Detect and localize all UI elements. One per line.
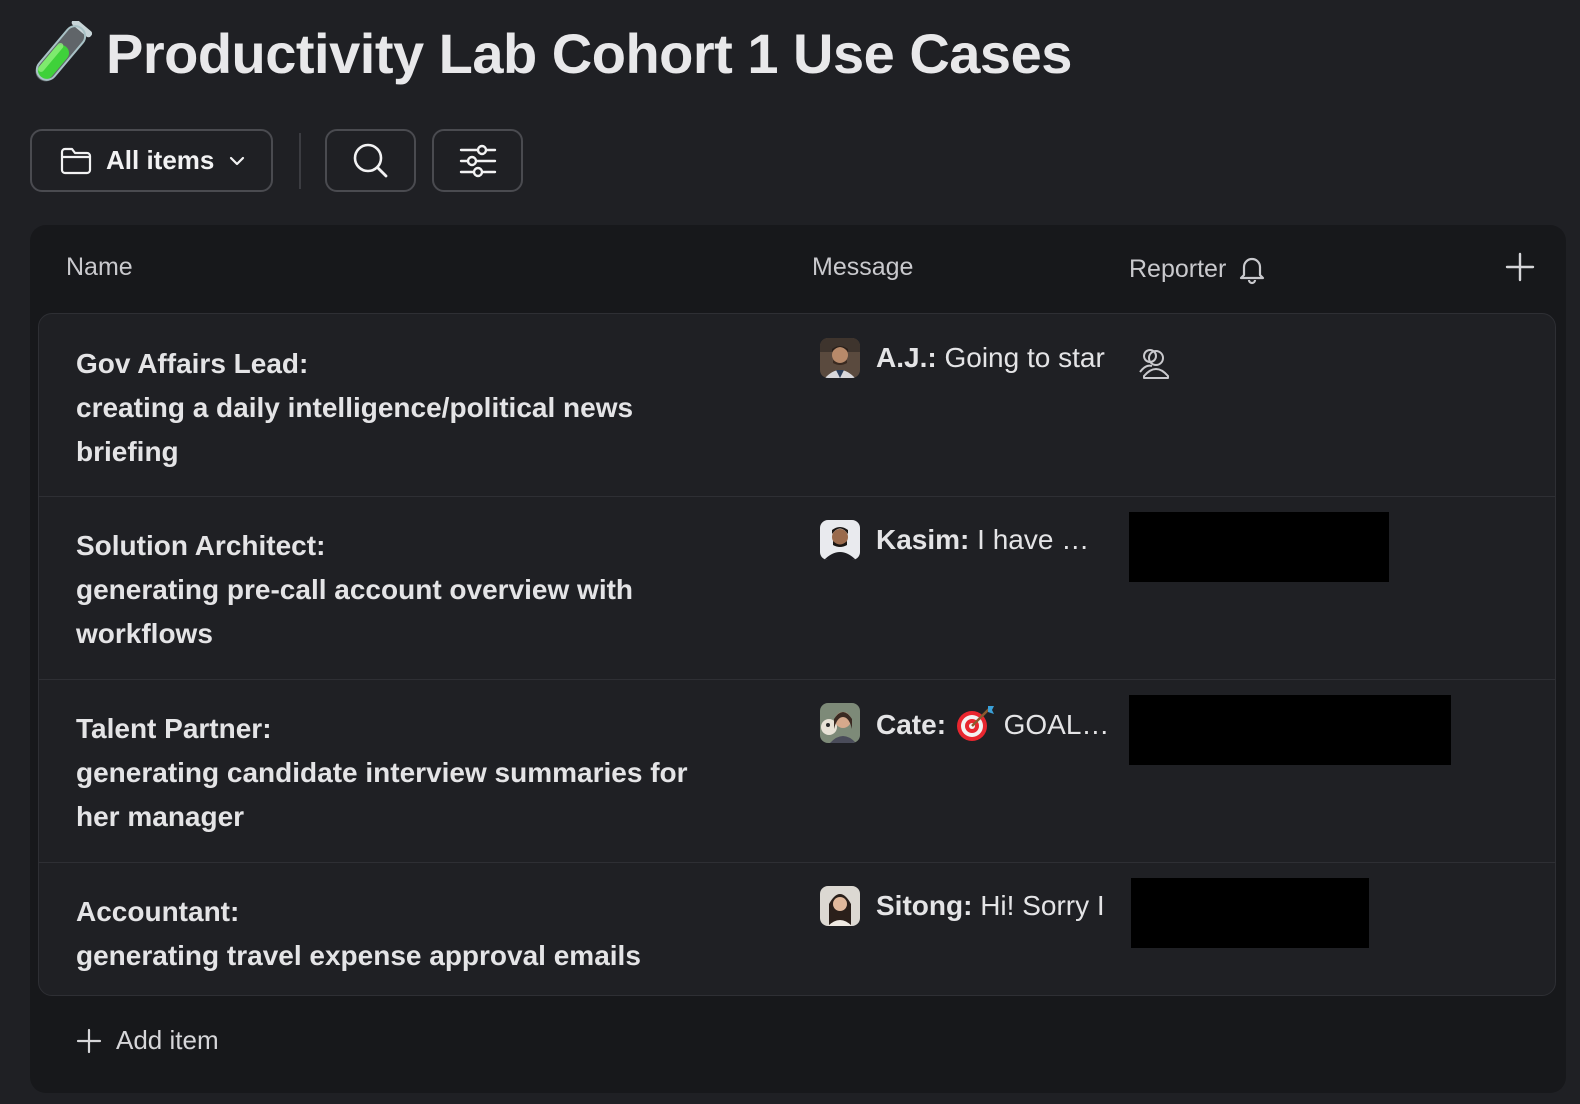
item-role: Solution Architect: [76, 530, 326, 561]
message-preview: Going to star [944, 342, 1105, 373]
add-column-plus-icon[interactable] [1504, 251, 1536, 283]
avatar [820, 886, 860, 926]
item-description: generating travel expense approval email… [76, 940, 641, 971]
message-cell[interactable]: Kasim: I have … [820, 520, 1089, 560]
message-preview: Hi! Sorry I [980, 890, 1105, 921]
avatar [820, 703, 860, 743]
item-name: Talent Partner: generating candidate int… [76, 707, 736, 839]
toolbar: All items [30, 129, 523, 192]
view-selector-label: All items [106, 145, 215, 175]
message-author: A.J.: [876, 342, 937, 373]
message-cell[interactable]: A.J.: Going to star [820, 338, 1105, 378]
item-role: Gov Affairs Lead: [76, 348, 309, 379]
message-author: Cate: [876, 709, 947, 740]
add-item-label: Add item [116, 1025, 219, 1055]
message-preview: GOAL… [1003, 709, 1110, 740]
items-table: Name Message Reporter Gov Affairs Lead: … [30, 225, 1566, 1093]
redacted-reporter [1131, 878, 1369, 948]
item-name: Solution Architect: generating pre-call … [76, 524, 736, 656]
redacted-reporter [1129, 695, 1451, 765]
page-header: Productivity Lab Cohort 1 Use Cases [30, 20, 1072, 86]
toolbar-divider [299, 132, 301, 189]
column-header-message-label: Message [812, 253, 914, 281]
item-role: Talent Partner: [76, 713, 272, 744]
column-header-message[interactable]: Message [812, 253, 913, 282]
filter-button[interactable] [432, 129, 523, 192]
table-row[interactable]: Solution Architect: generating pre-call … [39, 496, 1555, 680]
search-button[interactable] [325, 129, 416, 192]
message-preview: I have … [977, 524, 1090, 555]
view-selector-button[interactable]: All items [30, 129, 273, 192]
redacted-reporter [1129, 512, 1389, 582]
item-role: Accountant: [76, 896, 240, 927]
table-row[interactable]: Gov Affairs Lead: creating a daily intel… [39, 314, 1555, 497]
message-cell[interactable]: Sitong: Hi! Sorry I [820, 886, 1105, 926]
table-row[interactable]: Talent Partner: generating candidate int… [39, 679, 1555, 863]
table-row[interactable]: Accountant: generating travel expense ap… [39, 862, 1555, 995]
column-header-name[interactable]: Name [66, 253, 133, 282]
item-description: generating candidate interview summaries… [76, 757, 688, 832]
search-icon [353, 143, 387, 177]
item-description: generating pre-call account overview wit… [76, 574, 634, 649]
item-description: creating a daily intelligence/political … [76, 392, 634, 467]
sliders-icon [459, 144, 496, 177]
page-title: Productivity Lab Cohort 1 Use Cases [106, 21, 1072, 85]
plus-icon [76, 1028, 102, 1053]
test-tube-icon [35, 21, 92, 82]
avatar [820, 520, 860, 560]
direct-hit-icon [956, 706, 994, 741]
person-placeholder-icon[interactable] [1138, 344, 1178, 384]
item-name: Gov Affairs Lead: creating a daily intel… [76, 342, 736, 474]
column-header-reporter[interactable]: Reporter [1129, 253, 1268, 285]
message-author: Kasim: [876, 524, 970, 555]
table-header: Name Message Reporter [30, 225, 1566, 313]
folder-icon [60, 147, 92, 174]
table-body: Gov Affairs Lead: creating a daily intel… [38, 313, 1556, 996]
bell-icon [1240, 257, 1265, 285]
column-header-reporter-label: Reporter [1129, 254, 1227, 283]
item-name: Accountant: generating travel expense ap… [76, 890, 736, 978]
avatar [820, 338, 860, 378]
chevron-down-icon [230, 156, 245, 165]
add-item-button[interactable]: Add item [76, 1025, 219, 1056]
column-header-name-label: Name [66, 253, 133, 281]
message-cell[interactable]: Cate: GOAL… [820, 703, 1109, 743]
message-author: Sitong: [876, 890, 973, 921]
